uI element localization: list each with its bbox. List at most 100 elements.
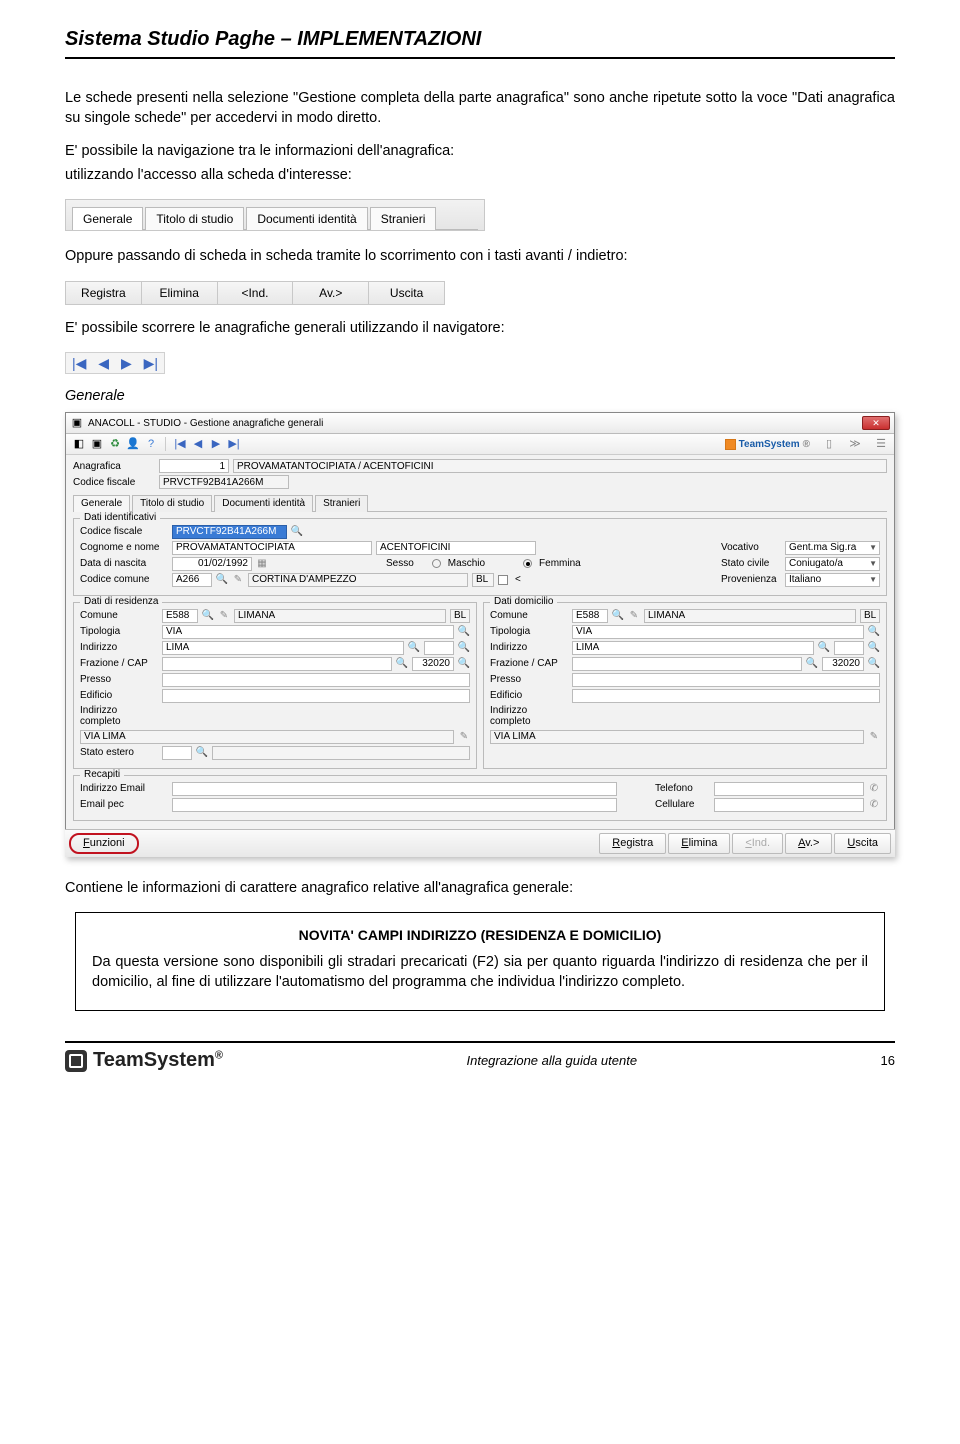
itab-generale[interactable]: Generale xyxy=(73,495,130,512)
dom-edificio-input[interactable] xyxy=(572,689,880,703)
stato-civile-select[interactable]: Coniugato/a▼ xyxy=(785,557,880,571)
avanti-button[interactable]: Av.> xyxy=(785,833,832,854)
cf-label: Codice fiscale xyxy=(80,526,168,538)
res-stato-estero-input[interactable] xyxy=(162,746,192,760)
edit-icon[interactable]: ✎ xyxy=(458,731,470,743)
nav-last-icon[interactable]: ▶| xyxy=(227,437,241,451)
toolbar-icon-4[interactable]: 👤 xyxy=(126,437,140,451)
tab-documenti-identita[interactable]: Documenti identità xyxy=(246,207,367,230)
dom-cap-input[interactable]: 32020 xyxy=(822,657,864,671)
checkbox[interactable] xyxy=(498,575,508,585)
phone-icon[interactable]: ✆ xyxy=(868,799,880,811)
toolbar-tail-icon-2[interactable]: ≫ xyxy=(848,437,862,451)
telefono-input[interactable] xyxy=(714,782,864,796)
registra-button[interactable]: Registra xyxy=(599,833,666,854)
nav-first-icon[interactable]: |◀ xyxy=(173,437,187,451)
anagrafica-name-display: PROVAMATANTOCIPIATA / ACENTOFICINI xyxy=(233,459,887,473)
res-civico-input[interactable] xyxy=(424,641,454,655)
lookup-icon[interactable]: 🔍 xyxy=(612,610,624,622)
avanti-button[interactable]: Av.> xyxy=(293,282,369,304)
edit-icon[interactable]: ✎ xyxy=(868,731,880,743)
lookup-icon[interactable]: 🔍 xyxy=(868,658,880,670)
toolbar-tail-icon-1[interactable]: ▯ xyxy=(822,437,836,451)
nav-prev-icon[interactable]: ◀ xyxy=(191,437,205,451)
elimina-button[interactable]: Elimina xyxy=(142,282,218,304)
help-icon[interactable]: ? xyxy=(144,437,158,451)
dom-frazione-input[interactable] xyxy=(572,657,802,671)
tab-titolo-studio[interactable]: Titolo di studio xyxy=(145,207,244,230)
lookup-icon[interactable]: 🔍 xyxy=(458,658,470,670)
toolbar-icon-1[interactable]: ◧ xyxy=(72,437,86,451)
res-tipologia-input[interactable]: VIA xyxy=(162,625,454,639)
section-generale-label: Generale xyxy=(65,388,895,404)
vocativo-select[interactable]: Gent.ma Sig.ra▼ xyxy=(785,541,880,555)
nav-first-icon[interactable]: |◀ xyxy=(72,356,86,370)
lookup-icon[interactable]: 🔍 xyxy=(868,626,880,638)
indietro-button[interactable]: <Ind. xyxy=(732,833,783,854)
lookup-icon[interactable]: 🔍 xyxy=(408,642,420,654)
dom-tipologia-input[interactable]: VIA xyxy=(572,625,864,639)
sesso-femmina-radio[interactable] xyxy=(523,559,532,568)
lookup-icon[interactable]: 🔍 xyxy=(868,642,880,654)
codice-comune-input[interactable]: A266 xyxy=(172,573,212,587)
uscita-button[interactable]: Uscita xyxy=(369,282,444,304)
cognome-input[interactable]: PROVAMATANTOCIPIATA xyxy=(172,541,372,555)
itab-titolo-studio[interactable]: Titolo di studio xyxy=(132,495,212,512)
tabstrip-example: Generale Titolo di studio Documenti iden… xyxy=(65,199,485,231)
registra-button[interactable]: Registra xyxy=(66,282,142,304)
res-edificio-input[interactable] xyxy=(162,689,470,703)
res-comune-input[interactable]: E588 xyxy=(162,609,198,623)
itab-stranieri[interactable]: Stranieri xyxy=(315,495,368,512)
cellulare-input[interactable] xyxy=(714,798,864,812)
lookup-icon[interactable]: 🔍 xyxy=(202,610,214,622)
close-icon[interactable]: ✕ xyxy=(862,416,890,430)
calendar-icon[interactable]: ▦ xyxy=(256,558,268,570)
lookup-icon[interactable]: 🔍 xyxy=(196,747,208,759)
res-frazione-input[interactable] xyxy=(162,657,392,671)
res-cap-input[interactable]: 32020 xyxy=(412,657,454,671)
nav-last-icon[interactable]: ▶| xyxy=(144,356,158,370)
lookup-icon[interactable]: 🔍 xyxy=(396,658,408,670)
dom-indirizzo-input[interactable]: LIMA xyxy=(572,641,814,655)
clear-icon[interactable]: ✎ xyxy=(232,574,244,586)
dom-presso-input[interactable] xyxy=(572,673,880,687)
lookup-icon[interactable]: 🔍 xyxy=(291,526,303,538)
group-recapiti: Recapiti Indirizzo Email Telefono ✆ Emai… xyxy=(73,775,887,821)
phone-icon[interactable]: ✆ xyxy=(868,783,880,795)
toolbar-icon-2[interactable]: ▣ xyxy=(90,437,104,451)
provenienza-label: Provenienza xyxy=(721,574,781,586)
lookup-icon[interactable]: 🔍 xyxy=(806,658,818,670)
header-rule xyxy=(65,57,895,59)
lookup-icon[interactable]: 🔍 xyxy=(216,574,228,586)
elimina-button[interactable]: Elimina xyxy=(668,833,730,854)
provenienza-select[interactable]: Italiano▼ xyxy=(785,573,880,587)
cf-input[interactable]: PRVCTF92B41A266M xyxy=(172,525,287,539)
data-nascita-input[interactable]: 01/02/1992 xyxy=(172,557,252,571)
funzioni-button[interactable]: Funzioni xyxy=(69,833,139,854)
pec-input[interactable] xyxy=(172,798,617,812)
nav-prev-icon[interactable]: ◀ xyxy=(98,356,109,370)
uscita-button[interactable]: Uscita xyxy=(834,833,891,854)
itab-documenti-identita[interactable]: Documenti identità xyxy=(214,495,313,512)
res-indirizzo-input[interactable]: LIMA xyxy=(162,641,404,655)
tab-stranieri[interactable]: Stranieri xyxy=(370,207,437,230)
nav-next-icon[interactable]: ▶ xyxy=(121,356,132,370)
toolbar-tail-icon-3[interactable]: ☰ xyxy=(874,437,888,451)
email-input[interactable] xyxy=(172,782,617,796)
indietro-button[interactable]: <Ind. xyxy=(218,282,294,304)
nav-next-icon[interactable]: ▶ xyxy=(209,437,223,451)
res-presso-input[interactable] xyxy=(162,673,470,687)
anagrafica-code-input[interactable]: 1 xyxy=(159,459,229,473)
novita-title: NOVITA' CAMPI INDIRIZZO (RESIDENZA E DOM… xyxy=(92,927,868,943)
sesso-maschio-radio[interactable] xyxy=(432,559,441,568)
edit-icon[interactable]: ✎ xyxy=(218,610,230,622)
edit-icon[interactable]: ✎ xyxy=(628,610,640,622)
toolbar-icon-3[interactable]: ♻ xyxy=(108,437,122,451)
lookup-icon[interactable]: 🔍 xyxy=(458,642,470,654)
lookup-icon[interactable]: 🔍 xyxy=(818,642,830,654)
dom-civico-input[interactable] xyxy=(834,641,864,655)
dom-comune-input[interactable]: E588 xyxy=(572,609,608,623)
tab-generale[interactable]: Generale xyxy=(72,207,143,230)
lookup-icon[interactable]: 🔍 xyxy=(458,626,470,638)
nome-input[interactable]: ACENTOFICINI xyxy=(376,541,536,555)
